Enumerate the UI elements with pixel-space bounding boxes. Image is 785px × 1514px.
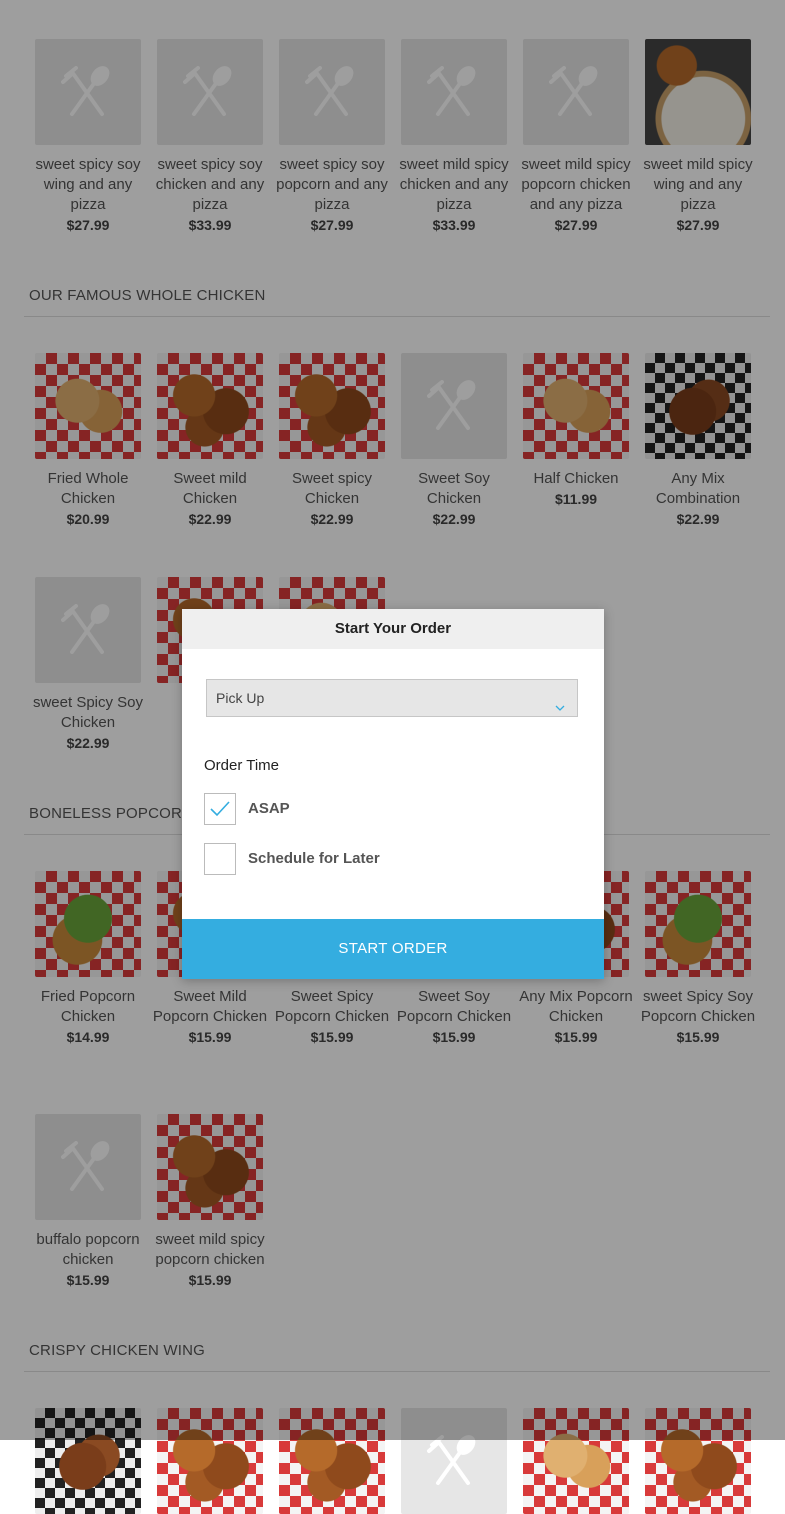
modal-title: Start Your Order [182, 609, 604, 649]
asap-checkbox[interactable] [204, 793, 236, 825]
schedule-later-label: Schedule for Later [248, 850, 380, 867]
asap-label: ASAP [248, 800, 290, 817]
start-order-button[interactable]: START ORDER [182, 919, 604, 979]
fork-spoon-icon [427, 1435, 476, 1485]
order-time-label: Order Time [204, 757, 280, 774]
schedule-later-checkbox[interactable] [204, 843, 236, 875]
chevron-down-icon [554, 691, 566, 727]
start-order-modal: Start Your Order Pick Up Order Time ASAP… [182, 609, 604, 979]
order-type-select[interactable]: Pick Up [206, 679, 578, 717]
order-type-value: Pick Up [216, 690, 265, 706]
